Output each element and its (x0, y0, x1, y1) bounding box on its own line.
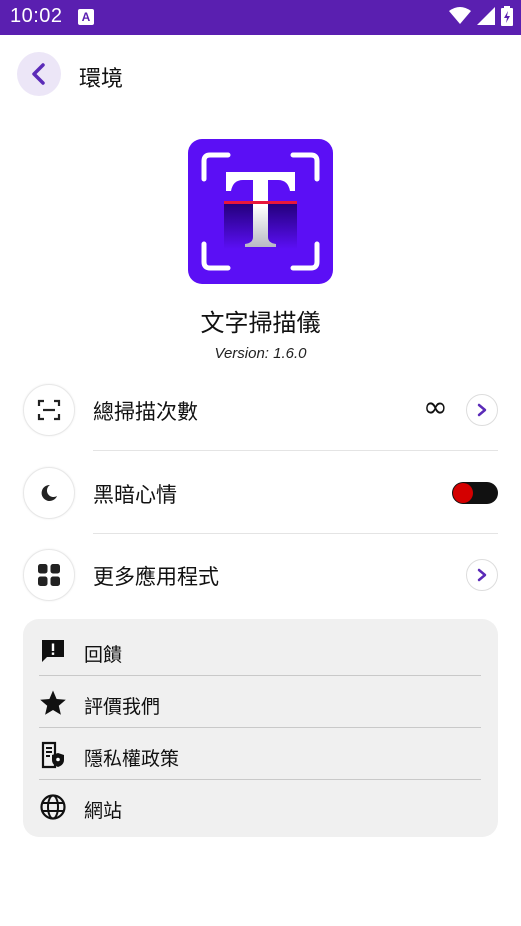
more-apps-label: 更多應用程式 (93, 565, 219, 589)
links-card: 回饋 評價我們 隱私權政策 網站 (23, 619, 498, 837)
app-logo (188, 139, 333, 284)
globe-icon (39, 793, 67, 821)
website-label: 網站 (84, 800, 123, 822)
moon-icon (23, 467, 75, 519)
text-scanner-logo-icon (201, 152, 320, 271)
status-icons (449, 6, 513, 26)
rate-us-label: 評價我們 (84, 696, 161, 718)
divider (93, 450, 498, 451)
rate-us-item[interactable]: 評價我們 (39, 676, 481, 728)
scan-count-label: 總掃描次數 (93, 400, 198, 424)
chevron-left-icon (32, 63, 45, 85)
divider (93, 533, 498, 534)
more-apps-row[interactable]: 更多應用程式 (23, 535, 498, 615)
scan-frame-icon (23, 384, 75, 436)
notification-icon: A (78, 9, 94, 25)
feedback-icon (39, 637, 67, 665)
battery-icon (501, 6, 513, 26)
more-apps-chevron-button[interactable] (466, 559, 498, 591)
chevron-right-icon (477, 403, 487, 417)
chevron-right-icon (477, 568, 487, 582)
page-title: 環境 (79, 67, 124, 92)
scan-count-value: ∞ (423, 390, 448, 425)
feedback-item[interactable]: 回饋 (39, 624, 481, 676)
feedback-label: 回饋 (84, 644, 123, 666)
dark-mode-label: 黑暗心情 (93, 483, 177, 507)
scan-count-row[interactable]: 總掃描次數 ∞ (23, 370, 498, 451)
privacy-policy-icon (39, 741, 67, 769)
privacy-policy-label: 隱私權政策 (84, 748, 180, 770)
signal-icon (477, 7, 495, 25)
star-icon (39, 689, 67, 717)
status-bar: 10:02 A (0, 0, 521, 35)
app-version: Version: 1.6.0 (214, 345, 307, 362)
apps-grid-icon (23, 549, 75, 601)
wifi-icon (449, 7, 471, 24)
scan-count-chevron-button[interactable] (466, 394, 498, 426)
status-time: 10:02 (10, 5, 63, 27)
app-bar: 環境 (0, 35, 521, 115)
website-item[interactable]: 網站 (39, 780, 481, 832)
dark-mode-toggle[interactable] (452, 482, 498, 504)
toggle-knob (453, 483, 473, 503)
app-name: 文字掃描儀 (200, 309, 321, 337)
dark-mode-row[interactable]: 黑暗心情 (23, 453, 498, 534)
back-button[interactable] (17, 52, 61, 96)
privacy-policy-item[interactable]: 隱私權政策 (39, 728, 481, 780)
